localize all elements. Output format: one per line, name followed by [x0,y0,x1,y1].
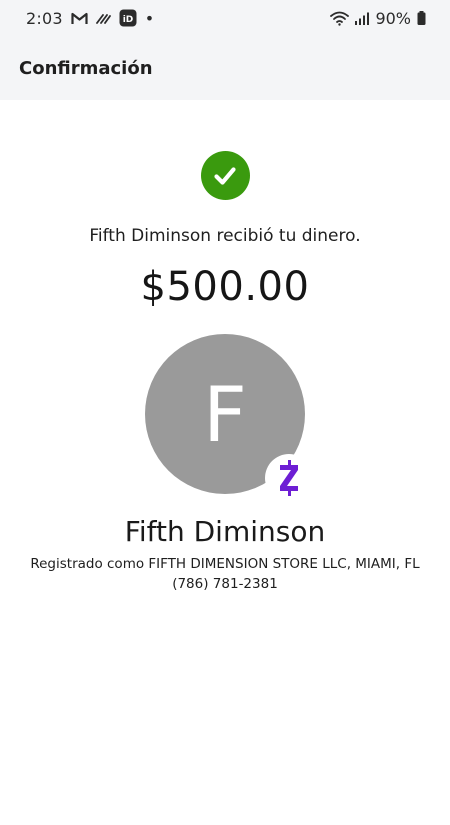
status-time: 2:03 [26,8,63,28]
confirmation-content: Fifth Diminson recibió tu dinero. $500.0… [0,100,450,592]
cell-signal-icon [355,12,370,25]
id-app-icon: iD [119,9,137,27]
battery-icon [417,11,426,25]
wifi-icon [330,11,350,26]
signal-app-icon [95,12,111,25]
recipient-phone: (786) 781-2381 [172,576,278,592]
screen: 2:03 iD • 90% Confirmación Fifth Diminso… [0,0,450,825]
avatar-initial: F [203,369,247,459]
svg-text:iD: iD [122,15,133,25]
amount: $500.00 [140,264,310,310]
battery-percent: 90% [375,8,411,28]
status-right: 90% [330,9,426,28]
registered-as-text: Registrado como FIFTH DIMENSION STORE LL… [30,556,420,572]
status-bar: 2:03 iD • 90% [0,0,450,36]
notification-dot: • [144,8,155,28]
recipient-name: Fifth Diminson [124,515,326,548]
zelle-icon [265,454,313,502]
page-title: Confirmación [19,57,153,79]
checkmark-icon [200,151,250,200]
app-header: Confirmación [0,36,450,100]
confirmation-message: Fifth Diminson recibió tu dinero. [89,226,361,246]
gmail-icon [71,12,88,25]
recipient-avatar-container: F [145,334,313,502]
status-left: 2:03 iD • [26,9,154,28]
